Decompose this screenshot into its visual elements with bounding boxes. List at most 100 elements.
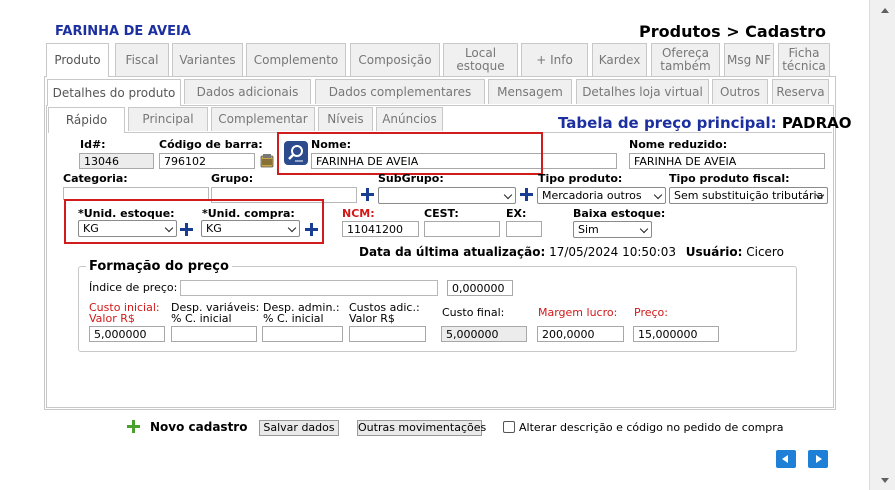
chevron-down-icon: [503, 190, 513, 200]
price-label: Preço:: [634, 306, 668, 319]
user-label: Usuário:: [685, 245, 743, 259]
barcode-generate-icon[interactable]: [260, 153, 274, 168]
fiscal-type-select[interactable]: Sem substituição tributária: [669, 187, 828, 204]
tab-variantes[interactable]: Variantes: [172, 43, 243, 76]
id-label: Id#:: [80, 138, 106, 151]
stock-unit-select[interactable]: KG: [78, 220, 177, 237]
product-type-label: Tipo produto:: [538, 172, 623, 185]
chevron-down-icon: [653, 190, 663, 200]
alter-description-checkbox[interactable]: [503, 421, 515, 433]
add-purchase-unit-icon[interactable]: [305, 223, 318, 236]
short-name-field[interactable]: FARINHA DE AVEIA: [629, 153, 825, 169]
save-button[interactable]: Salvar dados: [259, 420, 339, 436]
new-record-button[interactable]: Novo cadastro: [150, 420, 247, 434]
next-record-button[interactable]: [808, 450, 828, 468]
price-table-label: Tabela de preço principal:: [558, 114, 777, 132]
scroll-down-arrow-icon[interactable]: [881, 478, 889, 483]
add-stock-unit-icon[interactable]: [180, 223, 193, 236]
cest-field[interactable]: [424, 221, 500, 237]
low-stock-select[interactable]: Sim: [573, 221, 652, 238]
tab-fiscal[interactable]: Fiscal: [115, 43, 169, 76]
tab-ofereca-tambem[interactable]: Ofereça também: [651, 43, 720, 76]
adm-expense-field[interactable]: [262, 326, 343, 342]
price-table-value: PADRAO: [781, 114, 852, 132]
price-table: Tabela de preço principal: PADRAO: [558, 114, 852, 132]
fiscal-type-value: Sem substituição tributária: [674, 189, 824, 202]
ex-field[interactable]: [506, 221, 542, 237]
add-cost-label-2: Valor R$: [349, 312, 395, 325]
tab-reserva[interactable]: Reserva: [772, 79, 829, 104]
previous-record-button[interactable]: [776, 450, 796, 468]
rapido-panel-border: [48, 132, 832, 133]
add-subgroup-icon[interactable]: [520, 188, 533, 201]
short-name-label: Nome reduzido:: [629, 138, 728, 151]
ncm-label: NCM:: [342, 207, 375, 220]
tab-complementar[interactable]: Complementar: [211, 107, 315, 131]
tab-outros[interactable]: Outros: [712, 79, 768, 104]
purchase-unit-value: KG: [206, 222, 222, 235]
barcode-label: Código de barra:: [159, 138, 263, 151]
barcode-field[interactable]: 796102: [159, 153, 255, 169]
low-stock-label: Baixa estoque:: [573, 207, 666, 220]
index-select-field[interactable]: [180, 280, 438, 296]
purchase-unit-label: *Unid. compra:: [202, 207, 295, 220]
search-product-icon[interactable]: [284, 141, 308, 165]
margin-label: Margem lucro:: [538, 306, 618, 319]
tab-kardex[interactable]: Kardex: [592, 43, 647, 76]
tab-mensagem[interactable]: Mensagem: [488, 79, 572, 104]
purchase-unit-select[interactable]: KG: [201, 220, 300, 237]
alter-description-label: Alterar descrição e código no pedido de …: [519, 421, 784, 434]
ncm-field[interactable]: 11041200: [342, 221, 419, 237]
add-group-icon[interactable]: [361, 188, 374, 201]
adm-expense-label-2: % C. inicial: [263, 312, 324, 325]
last-update: Data da última atualização: 17/05/2024 1…: [359, 245, 784, 259]
ex-label: EX:: [506, 207, 527, 220]
new-record-plus-icon[interactable]: [127, 420, 144, 437]
scroll-up-arrow-icon[interactable]: [881, 8, 889, 13]
tab-dados-adicionais[interactable]: Dados adicionais: [184, 79, 311, 104]
group-field[interactable]: [211, 187, 357, 203]
tab-msg-nf[interactable]: Msg NF: [724, 43, 774, 76]
add-cost-field[interactable]: [349, 326, 426, 342]
tab-detalhes-loja-virtual[interactable]: Detalhes loja virtual: [576, 79, 709, 104]
page-heading: Produtos > Cadastro: [639, 22, 827, 41]
subgroup-select[interactable]: [378, 187, 516, 204]
other-movements-button[interactable]: Outras movimentações: [357, 420, 486, 436]
initial-cost-label-2: Valor R$: [89, 312, 135, 325]
index-field[interactable]: 0,000000: [447, 280, 513, 296]
chevron-down-icon: [287, 223, 297, 233]
fiscal-type-label: Tipo produto fiscal:: [669, 172, 790, 185]
record-title: FARINHA DE AVEIA: [55, 24, 191, 39]
tab-detalhes-do-produto[interactable]: Detalhes do produto: [47, 79, 181, 106]
stock-unit-value: KG: [83, 222, 99, 235]
tab-principal[interactable]: Principal: [128, 107, 208, 131]
last-update-label: Data da última atualização:: [359, 245, 546, 259]
low-stock-value: Sim: [578, 223, 599, 236]
tab-niveis[interactable]: Níveis: [318, 107, 373, 131]
tab-local-estoque[interactable]: Local estoque: [443, 43, 518, 76]
cest-label: CEST:: [424, 207, 459, 220]
subgroup-label: SubGrupo:: [378, 172, 444, 185]
tab-dados-complementares[interactable]: Dados complementares: [315, 79, 485, 104]
final-cost-field: 5,000000: [441, 326, 527, 342]
margin-field[interactable]: 200,0000: [537, 326, 624, 342]
window-scrollbar[interactable]: [869, 0, 895, 490]
tab-complemento[interactable]: Complemento: [246, 43, 346, 76]
user-value: Cicero: [746, 245, 784, 259]
category-field[interactable]: [63, 187, 209, 200]
category-label: Categoria:: [63, 172, 128, 185]
var-expense-label-2: % C. inicial: [171, 312, 232, 325]
price-field[interactable]: 15,000000: [633, 326, 719, 342]
tab-ficha-tecnica[interactable]: Ficha técnica: [778, 43, 830, 76]
initial-cost-field[interactable]: 5,000000: [89, 326, 165, 342]
var-expense-field[interactable]: [171, 326, 257, 342]
product-type-select[interactable]: Mercadoria outros: [537, 187, 666, 204]
id-field: 13046: [79, 153, 154, 169]
tab-produto[interactable]: Produto: [46, 43, 109, 77]
name-field[interactable]: FARINHA DE AVEIA: [311, 153, 617, 169]
tab-composicao[interactable]: Composição: [350, 43, 440, 76]
pricing-legend: Formação do preço: [86, 259, 232, 274]
tab-rapido[interactable]: Rápido: [48, 107, 125, 133]
tab-mais-info[interactable]: + Info: [521, 43, 588, 76]
tab-anuncios[interactable]: Anúncios: [376, 107, 443, 131]
